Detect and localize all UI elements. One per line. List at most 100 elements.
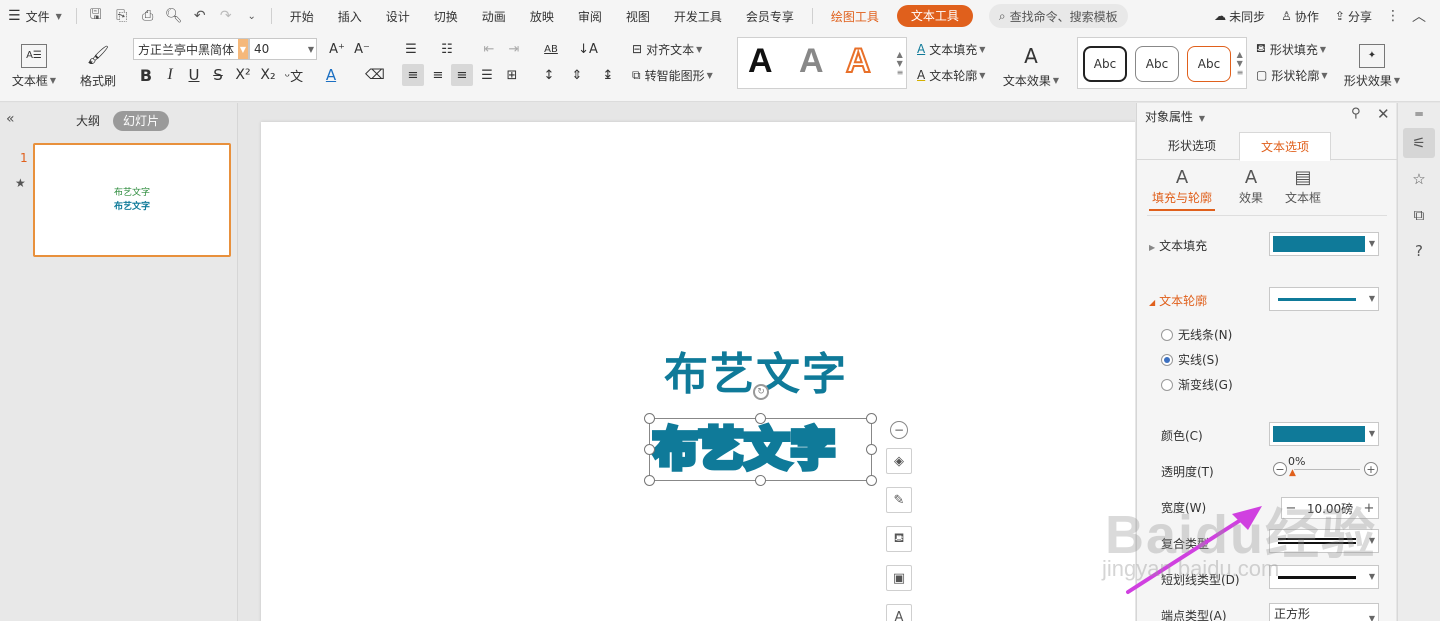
radio-gradient-line[interactable]: 渐变线(G)	[1161, 376, 1233, 393]
strikethrough-icon[interactable]: S	[207, 64, 229, 86]
shape-style-gray[interactable]: Abc	[1135, 46, 1179, 82]
tab-insert[interactable]: 插入	[326, 8, 374, 25]
radio-solid-line[interactable]: 实线(S)	[1161, 351, 1219, 368]
pin-icon[interactable]: ⚲	[1351, 106, 1361, 121]
layers-icon[interactable]: ◈	[886, 448, 912, 474]
resize-handle[interactable]	[866, 413, 877, 424]
tab-slideshow[interactable]: 放映	[518, 8, 566, 25]
more-icon[interactable]: ⋮	[1380, 0, 1406, 32]
tab-home[interactable]: 开始	[278, 8, 326, 25]
italic-icon[interactable]: I	[159, 64, 181, 86]
collapse-pane-icon[interactable]: «	[6, 111, 15, 127]
bold-icon[interactable]: B	[135, 64, 157, 86]
decrease-indent-icon[interactable]: ⇤	[478, 38, 500, 60]
text-direction-icon[interactable]: AB	[540, 38, 562, 60]
text-fill-color-select[interactable]: ▼	[1269, 232, 1379, 256]
align-left-icon[interactable]: ≡	[402, 64, 424, 86]
slide-thumbnail[interactable]: 布艺文字 布艺文字	[33, 143, 231, 257]
eraser-icon[interactable]: ⌫	[364, 64, 386, 86]
tab-shape-options[interactable]: 形状选项	[1147, 132, 1237, 161]
tab-drawing-tools[interactable]: 绘图工具	[819, 8, 891, 25]
font-color-icon[interactable]: A	[320, 64, 342, 86]
rotate-icon[interactable]: ↻	[753, 384, 769, 400]
smart-shape-button[interactable]: ⧉ 转智能图形 ▼	[632, 64, 713, 86]
font-size-select[interactable]: 40 ▼	[249, 38, 317, 60]
decrease-icon[interactable]: −	[1273, 462, 1287, 476]
shape-outline-button[interactable]: ▢ 形状轮廓 ▼	[1256, 64, 1328, 86]
distribute-icon[interactable]: ⊞	[501, 64, 523, 86]
save-icon[interactable]: 🖫	[83, 0, 109, 32]
tab-text-options[interactable]: 文本选项	[1239, 132, 1331, 161]
align-text-button[interactable]: ⊟ 对齐文本 ▼	[632, 38, 702, 60]
share-button[interactable]: ⇪ 分享	[1327, 0, 1380, 32]
shape-style-orange[interactable]: Abc	[1187, 46, 1231, 82]
tab-slides[interactable]: 幻灯片	[113, 111, 170, 131]
export-icon[interactable]: ⎘	[109, 0, 135, 32]
bullet-list-icon[interactable]: ☰	[400, 38, 422, 60]
resize-handle[interactable]	[755, 413, 766, 424]
radio-no-line[interactable]: 无线条(N)	[1161, 326, 1232, 343]
command-search[interactable]: ⌕ 查找命令、搜索模板	[988, 4, 1128, 28]
sync-button[interactable]: ☁ 未同步	[1206, 0, 1273, 32]
format-painter-button[interactable]: 🖌︎ 格式刷	[72, 38, 124, 94]
align-right-icon[interactable]: ≡	[451, 64, 473, 86]
cap-type-select[interactable]: 正方形 ▼	[1269, 603, 1379, 621]
resize-handle[interactable]	[866, 444, 877, 455]
superscript-icon[interactable]: X²	[232, 64, 254, 86]
shape-fill-button[interactable]: ⛾ 形状填充 ▼	[1256, 38, 1326, 60]
outline-color-select[interactable]: ▼	[1269, 422, 1379, 446]
preview-icon[interactable]: 🔍︎	[161, 0, 187, 32]
align-center-icon[interactable]: ≡	[427, 64, 449, 86]
outline-style-select[interactable]: ▼	[1269, 287, 1379, 311]
resize-handle[interactable]	[644, 444, 655, 455]
textbox-button[interactable]: A☰ 文本框 ▼	[8, 38, 60, 94]
text-style-icon[interactable]: A	[886, 604, 912, 621]
font-grow-icon[interactable]: A⁺	[326, 38, 348, 60]
shape-style-black[interactable]: Abc	[1083, 46, 1127, 82]
close-icon[interactable]: ✕	[1377, 105, 1390, 123]
customize-icon[interactable]: ⌄	[239, 0, 265, 32]
animation-icon[interactable]: ☆	[1403, 164, 1435, 194]
resize-handle[interactable]	[755, 475, 766, 486]
file-menu[interactable]: ☰ 文件 ▼	[0, 0, 70, 32]
subtab-textbox[interactable]: ▤ 文本框	[1279, 167, 1327, 206]
resize-handle[interactable]	[644, 475, 655, 486]
properties-icon[interactable]: ⚟	[1403, 128, 1435, 158]
subtab-effect[interactable]: A 效果	[1229, 167, 1273, 206]
redo-icon[interactable]: ↷	[213, 0, 239, 32]
text-outline-button[interactable]: A 文本轮廓 ▼	[917, 64, 985, 86]
panel-title[interactable]: 对象属性 ▼	[1145, 108, 1205, 125]
paragraph-spacing-icon[interactable]: ⇕	[566, 64, 588, 86]
slider-thumb[interactable]: ▲	[1289, 468, 1296, 478]
tab-design[interactable]: 设计	[374, 8, 422, 25]
collapse-toolbar-icon[interactable]: −	[890, 421, 908, 439]
shape-gallery-scroll[interactable]: ▲ ▼ ≡	[1234, 37, 1246, 89]
font-shrink-icon[interactable]: A⁻	[351, 38, 373, 60]
text-outline-section[interactable]: ◢ 文本轮廓	[1149, 292, 1207, 309]
tab-text-tools[interactable]: 文本工具	[896, 5, 973, 27]
text-fill-section[interactable]: ▶ 文本填充	[1149, 237, 1207, 254]
fill-icon[interactable]: ⛾	[886, 526, 912, 552]
numbered-list-icon[interactable]: ☷	[436, 38, 458, 60]
increase-icon[interactable]: +	[1364, 462, 1378, 476]
print-icon[interactable]: ⎙	[135, 0, 161, 32]
wordart-style-black[interactable]: A	[748, 42, 773, 81]
wordart-style-orange[interactable]: A	[845, 41, 872, 81]
slide[interactable]: 布艺文字 布艺文字 ↻ − ◈ ✎ ⛾ ▣ A	[261, 122, 1135, 621]
phonetic-icon[interactable]: ᵕ文	[283, 64, 305, 86]
undo-icon[interactable]: ↶	[187, 0, 213, 32]
subtab-fill-outline[interactable]: A 填充与轮廓	[1149, 167, 1215, 211]
line-spacing-icon[interactable]: ↕	[538, 64, 560, 86]
frame-icon[interactable]: ▣	[886, 565, 912, 591]
font-name-select[interactable]: 方正兰亭中黑简体 ▼	[133, 38, 249, 60]
text-effect-button[interactable]: A 文本效果 ▼	[1000, 38, 1062, 94]
increase-indent-icon[interactable]: ⇥	[503, 38, 525, 60]
tab-member[interactable]: 会员专享	[734, 8, 806, 25]
pen-icon[interactable]: ✎	[886, 487, 912, 513]
collab-button[interactable]: ♙ 协作	[1273, 0, 1327, 32]
shape-effect-button[interactable]: ✦ 形状效果 ▼	[1340, 38, 1404, 94]
collapse-ribbon-icon[interactable]: ︿	[1406, 0, 1432, 32]
underline-icon[interactable]: U	[183, 64, 205, 86]
justify-icon[interactable]: ☰	[476, 64, 498, 86]
sort-icon[interactable]: ↓A	[577, 38, 599, 60]
